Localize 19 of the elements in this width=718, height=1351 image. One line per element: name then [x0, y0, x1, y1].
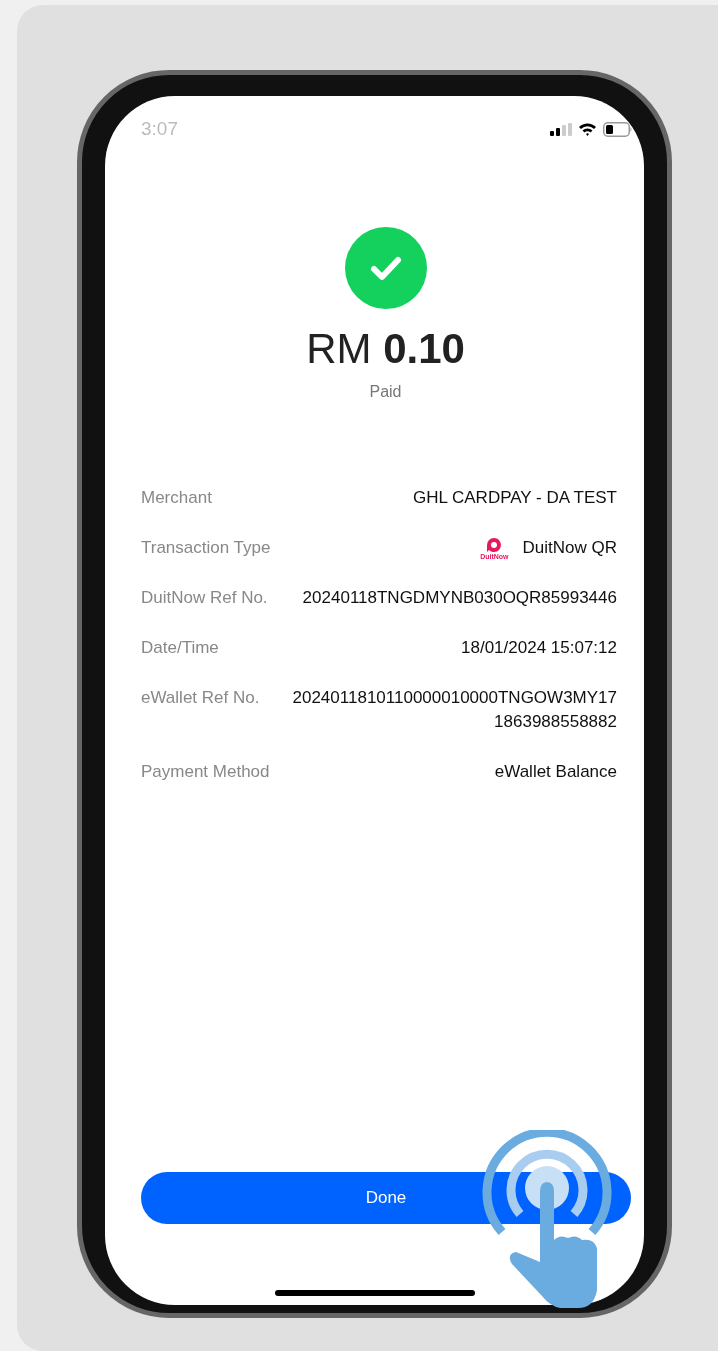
detail-value: eWallet Balance [494, 761, 617, 783]
success-check-icon [344, 227, 427, 309]
detail-value: 20240118TNGDMYNB030OQR85993446 [302, 587, 617, 609]
payment-status: Paid [369, 383, 402, 401]
detail-value: DuitNow QR [522, 537, 617, 559]
detail-label: eWallet Ref No. [141, 687, 260, 709]
detail-label: Merchant [141, 487, 212, 509]
payment-amount: RM 0.10 [306, 325, 465, 373]
wifi-icon [578, 122, 597, 136]
detail-label: Date/Time [141, 637, 219, 659]
detail-label: Payment Method [141, 761, 270, 783]
detail-label: DuitNow Ref No. [141, 587, 268, 609]
detail-value: 2024011810110000010000TNGOW3MY171863988558882 [291, 687, 617, 733]
detail-value: GHL CARDPAY - DA TEST [412, 487, 617, 509]
battery-icon [603, 121, 633, 137]
detail-label: Transaction Type [141, 537, 271, 559]
status-time: 3:07 [141, 118, 178, 140]
detail-value: 18/01/2024 15:07:12 [461, 637, 617, 659]
signal-icon [550, 122, 572, 136]
